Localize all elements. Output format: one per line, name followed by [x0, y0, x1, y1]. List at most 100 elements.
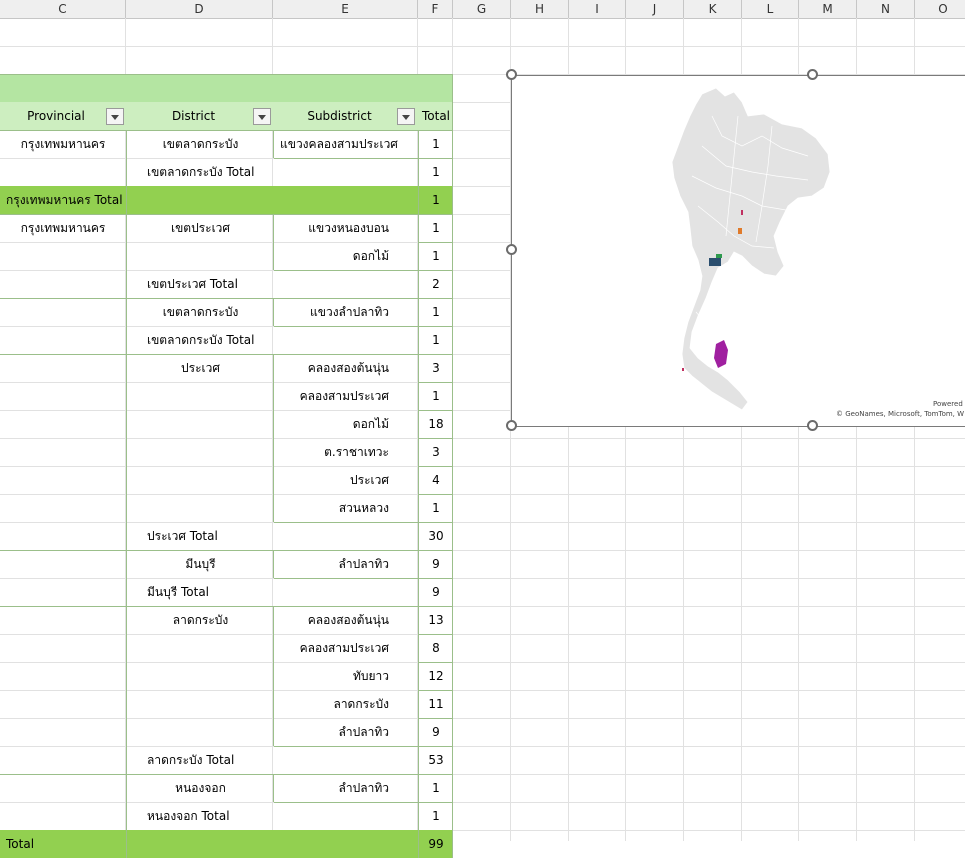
subdistrict-cell-text: ทับยาว	[352, 669, 389, 683]
district-total-label[interactable]: เขตประเวศ Total	[127, 270, 419, 298]
column-header[interactable]: I	[569, 0, 626, 18]
resize-handle-bottom-left[interactable]	[506, 420, 517, 431]
subdistrict-cell-text: ลำปลาทิว	[338, 781, 389, 795]
resize-handle-top-middle[interactable]	[807, 69, 818, 80]
subdistrict-cell[interactable]: ลำปลาทิว	[274, 774, 419, 802]
subdistrict-cell[interactable]: ดอกไม้	[274, 242, 419, 270]
subdistrict-cell[interactable]: แขวงคลองสามประเวศ	[274, 130, 419, 158]
resize-handle-middle-left[interactable]	[506, 244, 517, 255]
subdistrict-filter-button[interactable]	[397, 108, 415, 125]
grand-total-label[interactable]: Total	[0, 830, 300, 858]
subdistrict-cell[interactable]: ลำปลาทิว	[274, 550, 419, 578]
total-cell[interactable]: 11	[419, 690, 453, 718]
total-cell[interactable]: 30	[419, 522, 453, 550]
district-cell[interactable]: มีนบุรี	[127, 550, 274, 578]
pivot-column-border	[273, 634, 274, 662]
column-header[interactable]: C	[0, 0, 126, 18]
district-header[interactable]: District	[127, 102, 274, 130]
column-header[interactable]: M	[799, 0, 857, 18]
subdistrict-header-label: Subdistrict	[307, 109, 372, 123]
provincial-filter-button[interactable]	[106, 108, 124, 125]
total-cell-text: 9	[432, 585, 440, 599]
total-cell[interactable]: 1	[419, 130, 453, 158]
column-header[interactable]: O	[915, 0, 965, 18]
total-cell[interactable]: 8	[419, 634, 453, 662]
subdistrict-cell[interactable]: ต.ราชาเทวะ	[274, 438, 419, 466]
subdistrict-cell-text: คลองสามประเวศ	[299, 389, 389, 403]
subdistrict-cell[interactable]: แขวงหนองบอน	[274, 214, 419, 242]
column-header[interactable]: H	[511, 0, 569, 18]
total-cell[interactable]: 12	[419, 662, 453, 690]
district-total-label[interactable]: หนองจอก Total	[127, 802, 419, 830]
resize-handle-top-left[interactable]	[506, 69, 517, 80]
pivot-row-border	[0, 74, 453, 75]
column-header[interactable]: K	[684, 0, 742, 18]
subdistrict-cell[interactable]: แขวงลำปลาทิว	[274, 298, 419, 326]
column-header[interactable]: L	[742, 0, 799, 18]
district-cell[interactable]: ลาดกระบัง	[127, 606, 274, 634]
total-cell[interactable]: 1	[419, 774, 453, 802]
subdistrict-cell[interactable]: ลาดกระบัง	[274, 690, 419, 718]
subdistrict-cell[interactable]: คลองสามประเวศ	[274, 382, 419, 410]
total-cell[interactable]: 1	[419, 214, 453, 242]
district-cell[interactable]: เขตประเวศ	[127, 214, 274, 242]
pivot-column-border	[273, 130, 274, 158]
total-cell-text: 1	[432, 305, 440, 319]
total-cell[interactable]: 99	[419, 830, 453, 858]
resize-handle-bottom-middle[interactable]	[807, 420, 818, 431]
total-cell[interactable]: 1	[419, 242, 453, 270]
subdistrict-cell[interactable]: คลองสองต้นนุ่น	[274, 354, 419, 382]
district-filter-button[interactable]	[253, 108, 271, 125]
total-cell[interactable]: 4	[419, 466, 453, 494]
total-cell[interactable]: 53	[419, 746, 453, 774]
map-chart[interactable]: Powered © GeoNames, Microsoft, TomTom, W	[511, 75, 965, 427]
subdistrict-cell[interactable]: สวนหลวง	[274, 494, 419, 522]
subdistrict-cell[interactable]: คลองสองต้นนุ่น	[274, 606, 419, 634]
column-header[interactable]: F	[418, 0, 453, 18]
column-header[interactable]: E	[273, 0, 418, 18]
subdistrict-cell[interactable]: ประเวศ	[274, 466, 419, 494]
total-cell[interactable]: 9	[419, 550, 453, 578]
provincial-cell[interactable]: กรุงเทพมหานคร	[0, 214, 126, 242]
total-cell[interactable]: 1	[419, 494, 453, 522]
subdistrict-cell[interactable]: ลำปลาทิว	[274, 718, 419, 746]
column-header[interactable]: G	[453, 0, 511, 18]
column-header[interactable]: J	[626, 0, 684, 18]
subdistrict-cell[interactable]: ดอกไม้	[274, 410, 419, 438]
total-cell[interactable]: 1	[419, 326, 453, 354]
total-cell-text: 1	[432, 809, 440, 823]
column-header[interactable]: D	[126, 0, 273, 18]
total-cell-text: 1	[432, 389, 440, 403]
district-total-label-text: หนองจอก Total	[147, 809, 230, 823]
district-total-label[interactable]: เขตลาดกระบัง Total	[127, 158, 419, 186]
total-cell[interactable]: 3	[419, 438, 453, 466]
total-cell[interactable]: 1	[419, 802, 453, 830]
district-cell[interactable]: หนองจอก	[127, 774, 274, 802]
pivot-column-border	[273, 438, 274, 466]
district-total-label[interactable]: เขตลาดกระบัง Total	[127, 326, 419, 354]
district-cell[interactable]: ประเวศ	[127, 354, 274, 382]
district-total-label[interactable]: ลาดกระบัง Total	[127, 746, 419, 774]
total-cell[interactable]: 9	[419, 718, 453, 746]
total-cell[interactable]: 3	[419, 354, 453, 382]
total-cell[interactable]: 13	[419, 606, 453, 634]
province-total-label[interactable]: กรุงเทพมหานคร Total	[0, 186, 300, 214]
district-total-label[interactable]: มีนบุรี Total	[127, 578, 419, 606]
column-header[interactable]: N	[857, 0, 915, 18]
total-cell[interactable]: 2	[419, 270, 453, 298]
district-cell[interactable]: เขตลาดกระบัง	[127, 130, 274, 158]
provincial-cell[interactable]: กรุงเทพมหานคร	[0, 130, 126, 158]
total-cell[interactable]: 18	[419, 410, 453, 438]
district-cell[interactable]: เขตลาดกระบัง	[127, 298, 274, 326]
total-cell[interactable]: 1	[419, 158, 453, 186]
total-cell-text: 2	[432, 277, 440, 291]
total-cell-text: 99	[428, 837, 444, 851]
total-cell[interactable]: 1	[419, 298, 453, 326]
subdistrict-cell[interactable]: คลองสามประเวศ	[274, 634, 419, 662]
subdistrict-cell-text: ประเวศ	[350, 473, 389, 487]
district-total-label[interactable]: ประเวศ Total	[127, 522, 419, 550]
total-cell[interactable]: 1	[419, 186, 453, 214]
total-cell[interactable]: 9	[419, 578, 453, 606]
total-cell[interactable]: 1	[419, 382, 453, 410]
subdistrict-cell[interactable]: ทับยาว	[274, 662, 419, 690]
